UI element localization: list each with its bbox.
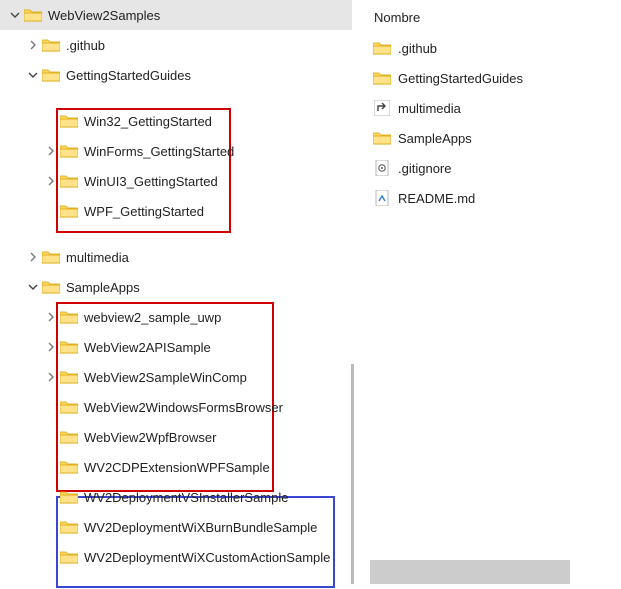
tree-item-winformsbrowser[interactable]: · WebView2WindowsFormsBrowser bbox=[0, 392, 352, 422]
tree-item-multimedia[interactable]: multimedia bbox=[0, 242, 352, 272]
folder-icon bbox=[42, 38, 60, 52]
tree-item-dep-custom[interactable]: · WV2DeploymentWiXCustomActionSample bbox=[0, 542, 352, 572]
detail-item-label: GettingStartedGuides bbox=[398, 71, 523, 86]
tree-item-label: WV2DeploymentWiXBurnBundleSample bbox=[84, 520, 317, 535]
folder-icon bbox=[60, 114, 78, 128]
tree-item-github[interactable]: .github bbox=[0, 30, 352, 60]
folder-icon bbox=[60, 520, 78, 534]
folder-icon bbox=[60, 430, 78, 444]
chevron-right-icon[interactable] bbox=[44, 174, 58, 188]
tree-pane: WebView2Samples .github GettingStartedGu… bbox=[0, 0, 352, 589]
tree-item-label: GettingStartedGuides bbox=[66, 68, 191, 83]
tree-item-wincomp[interactable]: WebView2SampleWinComp bbox=[0, 362, 352, 392]
folder-icon bbox=[60, 550, 78, 564]
folder-icon bbox=[60, 340, 78, 354]
detail-scrollbar[interactable] bbox=[370, 560, 570, 584]
folder-icon bbox=[24, 8, 42, 22]
tree-item-label: Win32_GettingStarted bbox=[84, 114, 212, 129]
tree-item-winui3[interactable]: WinUI3_GettingStarted bbox=[0, 166, 352, 196]
tree-item-dep-burn[interactable]: · WV2DeploymentWiXBurnBundleSample bbox=[0, 512, 352, 542]
tree-item-label: WV2DeploymentVSInstallerSample bbox=[84, 490, 288, 505]
chevron-right-icon[interactable] bbox=[44, 144, 58, 158]
detail-pane: Nombre .github GettingStartedGuides mult… bbox=[352, 0, 621, 589]
folder-icon bbox=[60, 490, 78, 504]
settings-file-icon bbox=[372, 158, 392, 178]
folder-icon bbox=[60, 460, 78, 474]
detail-item-label: .gitignore bbox=[398, 161, 451, 176]
shortcut-icon bbox=[372, 98, 392, 118]
tree-item-label: WV2DeploymentWiXCustomActionSample bbox=[84, 550, 330, 565]
tree-item-label: WebView2SampleWinComp bbox=[84, 370, 247, 385]
chevron-right-icon[interactable] bbox=[44, 340, 58, 354]
markdown-file-icon bbox=[372, 188, 392, 208]
chevron-right-icon[interactable] bbox=[44, 370, 58, 384]
tree-item-label: WinForms_GettingStarted bbox=[84, 144, 234, 159]
tree-item-wpfbrowser[interactable]: · WebView2WpfBrowser bbox=[0, 422, 352, 452]
tree-item-label: WPF_GettingStarted bbox=[84, 204, 204, 219]
folder-icon bbox=[42, 250, 60, 264]
tree-item-label: WV2CDPExtensionWPFSample bbox=[84, 460, 270, 475]
folder-icon bbox=[60, 370, 78, 384]
folder-icon bbox=[60, 204, 78, 218]
detail-item-label: SampleApps bbox=[398, 131, 472, 146]
tree-item-label: WebView2WpfBrowser bbox=[84, 430, 216, 445]
chevron-down-icon[interactable] bbox=[26, 280, 40, 294]
tree-item-label: WinUI3_GettingStarted bbox=[84, 174, 218, 189]
tree-item-label: webview2_sample_uwp bbox=[84, 310, 221, 325]
folder-icon bbox=[42, 280, 60, 294]
detail-item-label: .github bbox=[398, 41, 437, 56]
folder-icon bbox=[372, 128, 392, 148]
folder-icon bbox=[42, 68, 60, 82]
chevron-right-icon[interactable] bbox=[44, 310, 58, 324]
folder-icon bbox=[60, 400, 78, 414]
chevron-down-icon[interactable] bbox=[8, 8, 22, 22]
detail-item-gettingstarted[interactable]: GettingStartedGuides bbox=[368, 63, 621, 93]
tree-item-label: WebView2WindowsFormsBrowser bbox=[84, 400, 283, 415]
detail-item-github[interactable]: .github bbox=[368, 33, 621, 63]
detail-item-sampleapps[interactable]: SampleApps bbox=[368, 123, 621, 153]
tree-item-label: SampleApps bbox=[66, 280, 140, 295]
detail-item-multimedia[interactable]: multimedia bbox=[368, 93, 621, 123]
chevron-right-icon[interactable] bbox=[26, 250, 40, 264]
folder-icon bbox=[60, 144, 78, 158]
tree-item-sampleapps[interactable]: SampleApps bbox=[0, 272, 352, 302]
folder-icon bbox=[372, 68, 392, 88]
tree-item-label: .github bbox=[66, 38, 105, 53]
tree-item-label: WebView2APISample bbox=[84, 340, 211, 355]
detail-item-readme[interactable]: README.md bbox=[368, 183, 621, 213]
detail-item-gitignore[interactable]: .gitignore bbox=[368, 153, 621, 183]
folder-icon bbox=[372, 38, 392, 58]
chevron-down-icon[interactable] bbox=[26, 68, 40, 82]
tree-item-label: multimedia bbox=[66, 250, 129, 265]
folder-icon bbox=[60, 174, 78, 188]
tree-item-gettingstartedguides[interactable]: GettingStartedGuides bbox=[0, 60, 352, 90]
tree-item-webview2samples[interactable]: WebView2Samples bbox=[0, 0, 352, 30]
tree-item-uwp[interactable]: webview2_sample_uwp bbox=[0, 302, 352, 332]
detail-item-label: multimedia bbox=[398, 101, 461, 116]
tree-item-dep-vs[interactable]: · WV2DeploymentVSInstallerSample bbox=[0, 482, 352, 512]
tree-item-cdp[interactable]: · WV2CDPExtensionWPFSample bbox=[0, 452, 352, 482]
folder-icon bbox=[60, 310, 78, 324]
tree-item-win32[interactable]: · Win32_GettingStarted bbox=[0, 106, 352, 136]
chevron-right-icon[interactable] bbox=[26, 38, 40, 52]
tree-item-wpf[interactable]: · WPF_GettingStarted bbox=[0, 196, 352, 226]
tree-item-label: WebView2Samples bbox=[48, 8, 160, 23]
detail-item-label: README.md bbox=[398, 191, 475, 206]
column-header-name[interactable]: Nombre bbox=[368, 10, 621, 33]
app-root: WebView2Samples .github GettingStartedGu… bbox=[0, 0, 621, 589]
tree-item-apisample[interactable]: WebView2APISample bbox=[0, 332, 352, 362]
tree-item-winforms[interactable]: WinForms_GettingStarted bbox=[0, 136, 352, 166]
